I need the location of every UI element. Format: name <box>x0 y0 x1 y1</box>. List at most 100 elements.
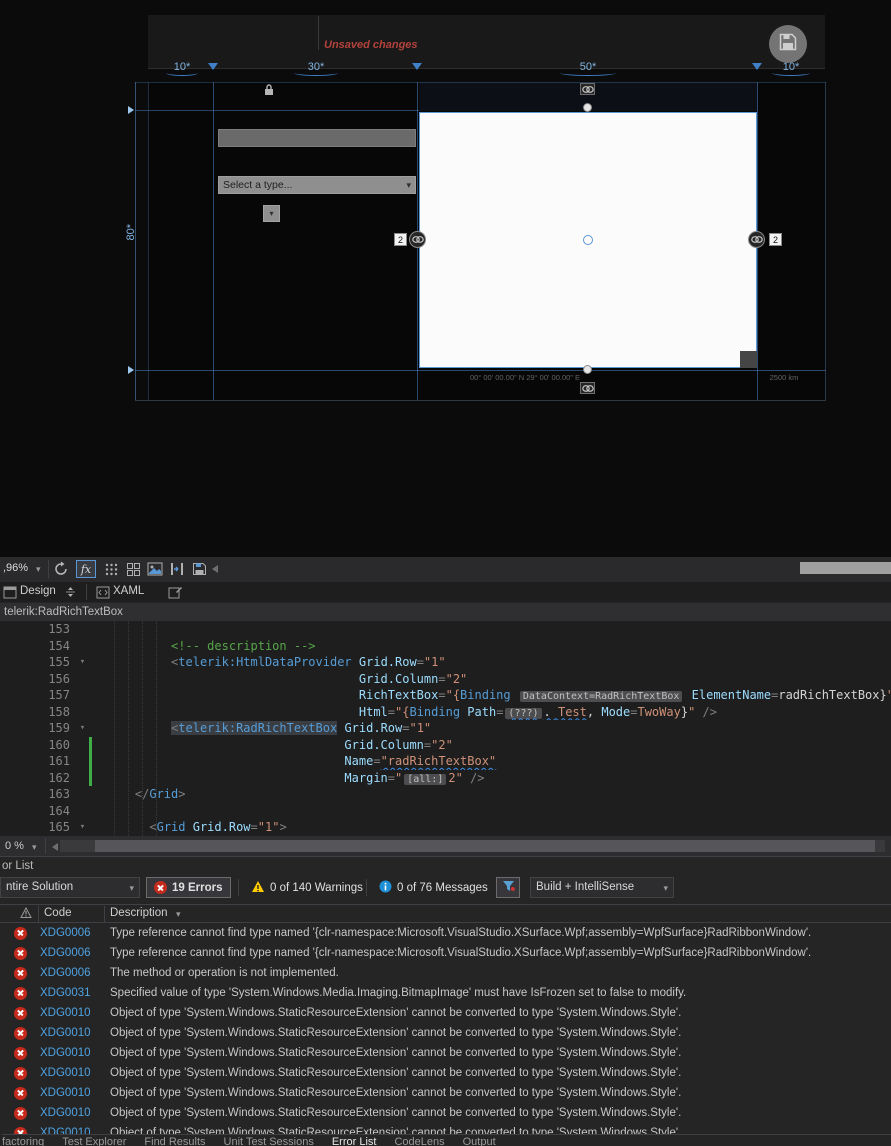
row-height-label[interactable]: 80* <box>125 224 137 241</box>
error-rows: XDG0006 Type reference cannot find type n… <box>0 923 891 1134</box>
save-button[interactable] <box>769 25 807 63</box>
grid-splitter-icon[interactable] <box>412 63 422 70</box>
error-icon <box>14 1086 27 1100</box>
editor-zoom-combobox[interactable]: 0 % <box>5 840 24 852</box>
error-row[interactable]: XDG0010 Object of type 'System.Windows.St… <box>0 1063 891 1083</box>
error-row[interactable]: XDG0010 Object of type 'System.Windows.St… <box>0 1023 891 1043</box>
dropdown-button-control[interactable]: ▾ <box>263 205 280 222</box>
code-line[interactable]: 157 RichTextBox="{Binding DataContext=Ra… <box>0 687 891 704</box>
filter-button[interactable] <box>496 877 520 898</box>
error-row[interactable]: XDG0010 Object of type 'System.Windows.St… <box>0 1123 891 1134</box>
error-row[interactable]: XDG0006 Type reference cannot find type n… <box>0 943 891 963</box>
error-icon <box>14 926 27 940</box>
error-code[interactable]: XDG0010 <box>40 1107 103 1119</box>
artboard-background-icon[interactable] <box>146 560 164 578</box>
line-number: 164 <box>48 803 70 818</box>
save-layout-icon[interactable] <box>190 560 208 578</box>
xaml-design-surface[interactable]: Unsaved changes 10* 30* 50* 10* 80* Sele… <box>0 0 891 557</box>
error-row[interactable]: XDG0010 Object of type 'System.Windows.St… <box>0 1003 891 1023</box>
column-header-description[interactable]: Description <box>110 907 168 919</box>
toolbar-overflow-icon[interactable] <box>212 565 218 573</box>
margin-badge-left[interactable]: 2 <box>394 233 407 246</box>
fold-chevron-icon[interactable]: ▾ <box>76 654 89 671</box>
tab-design[interactable]: Design <box>20 585 56 597</box>
snap-to-snaplines-icon[interactable] <box>168 560 186 578</box>
error-row[interactable]: XDG0006 Type reference cannot find type n… <box>0 923 891 943</box>
error-code[interactable]: XDG0010 <box>40 1027 103 1039</box>
severity-column-icon[interactable] <box>20 906 32 922</box>
error-code[interactable]: XDG0010 <box>40 1127 103 1134</box>
combobox-control[interactable]: Select a type... ▾ <box>218 176 416 194</box>
center-anchor-handle[interactable] <box>583 235 593 245</box>
error-row[interactable]: XDG0010 Object of type 'System.Windows.St… <box>0 1103 891 1123</box>
panel-tab-unit-test-sessions[interactable]: Unit Test Sessions <box>224 1135 314 1146</box>
messages-toggle-button[interactable]: 0 of 76 Messages <box>372 877 495 898</box>
statusbar-separator <box>45 838 46 854</box>
anchor-chain-top-icon[interactable] <box>580 83 595 95</box>
panel-tab-error-list[interactable]: Error List <box>332 1135 377 1146</box>
column-header-code[interactable]: Code <box>44 907 72 919</box>
anchor-chain-left-icon[interactable] <box>409 231 426 248</box>
code-line[interactable]: 164 <box>0 803 891 820</box>
scroll-left-icon[interactable] <box>52 843 58 851</box>
panel-tab-output[interactable]: Output <box>463 1135 496 1146</box>
anchor-chain-bottom-icon[interactable] <box>580 382 595 394</box>
map-scale-label: 2500 km <box>769 373 799 382</box>
panel-tab-find-results[interactable]: Find Results <box>144 1135 205 1146</box>
error-code[interactable]: XDG0010 <box>40 1047 103 1059</box>
breadcrumb[interactable]: telerik:RadRichTextBox <box>4 606 123 618</box>
error-code[interactable]: XDG0010 <box>40 1067 103 1079</box>
grid-splitter-icon[interactable] <box>752 63 762 70</box>
panel-tab-test-explorer[interactable]: Test Explorer <box>62 1135 126 1146</box>
resize-grip[interactable] <box>740 351 757 368</box>
xaml-code-editor[interactable]: 153 154 <!-- description --> 155 ▾ <telerik… <box>0 621 891 836</box>
error-row[interactable]: XDG0010 Object of type 'System.Windows.St… <box>0 1043 891 1063</box>
show-grid-dots-icon[interactable] <box>102 560 120 578</box>
snap-grid-icon[interactable] <box>124 560 142 578</box>
panel-tab-factoring[interactable]: factoring <box>2 1135 44 1146</box>
textbox-control[interactable] <box>218 129 416 147</box>
margin-badge-right[interactable]: 2 <box>769 233 782 246</box>
code-line[interactable]: 155 ▾ <telerik:HtmlDataProvider Grid.Row=… <box>0 654 891 671</box>
horizontal-scrollbar[interactable] <box>60 840 885 852</box>
refresh-icon[interactable] <box>52 560 70 578</box>
error-row[interactable]: XDG0010 Object of type 'System.Windows.St… <box>0 1083 891 1103</box>
code-line[interactable]: 154 <!-- description --> <box>0 638 891 655</box>
fold-chevron-icon[interactable]: ▾ <box>76 819 89 836</box>
errors-toggle-button[interactable]: 19 Errors <box>146 877 231 898</box>
fold-chevron-icon[interactable]: ▾ <box>76 720 89 737</box>
floppy-disk-icon <box>778 32 798 57</box>
code-line[interactable]: 162 Margin=" [all:] 2" /> <box>0 769 891 786</box>
error-code[interactable]: XDG0006 <box>40 947 103 959</box>
error-code[interactable]: XDG0031 <box>40 987 103 999</box>
code-line[interactable]: 159 ▾ <telerik:RadRichTextBox Grid.Row="1… <box>0 720 891 737</box>
error-code[interactable]: XDG0010 <box>40 1007 103 1019</box>
anchor-chain-right-icon[interactable] <box>748 231 765 248</box>
tab-xaml[interactable]: XAML <box>113 585 144 597</box>
code-text: <!-- description --> <box>171 638 316 653</box>
panel-tab-codelens[interactable]: CodeLens <box>394 1135 444 1146</box>
code-line[interactable]: 158 Html="{Binding Path= (???). Test, Mod… <box>0 704 891 721</box>
horizontal-scrollbar-thumb[interactable] <box>95 840 875 852</box>
filter-source-combobox[interactable]: Build + IntelliSense ▾ <box>530 877 674 898</box>
code-line[interactable]: 156 Grid.Column="2" <box>0 671 891 688</box>
change-bar <box>89 786 92 803</box>
editor-hscrollbar-thumb[interactable] <box>800 562 891 574</box>
code-line[interactable]: 153 <box>0 621 891 638</box>
resize-handle-top[interactable] <box>583 103 592 112</box>
error-code[interactable]: XDG0006 <box>40 927 103 939</box>
error-row[interactable]: XDG0031 Specified value of type 'System.W… <box>0 983 891 1003</box>
error-row[interactable]: XDG0006 The method or operation is not im… <box>0 963 891 983</box>
scope-combobox[interactable]: ntire Solution ▾ <box>0 877 140 898</box>
code-line[interactable]: 165 ▾ <Grid Grid.Row="1"> <box>0 819 891 836</box>
toolbar-separator <box>366 879 367 896</box>
warnings-toggle-button[interactable]: 0 of 140 Warnings <box>244 877 370 898</box>
grid-splitter-icon[interactable] <box>208 63 218 70</box>
code-line[interactable]: 163 </Grid> <box>0 786 891 803</box>
error-code[interactable]: XDG0010 <box>40 1087 103 1099</box>
error-code[interactable]: XDG0006 <box>40 967 103 979</box>
designer-zoom-combobox[interactable]: ,96% <box>3 562 28 574</box>
code-line[interactable]: 161 Name="radRichTextBox" <box>0 753 891 770</box>
code-line[interactable]: 160 Grid.Column="2" <box>0 736 891 753</box>
effects-toggle-button[interactable]: fx <box>76 560 96 578</box>
